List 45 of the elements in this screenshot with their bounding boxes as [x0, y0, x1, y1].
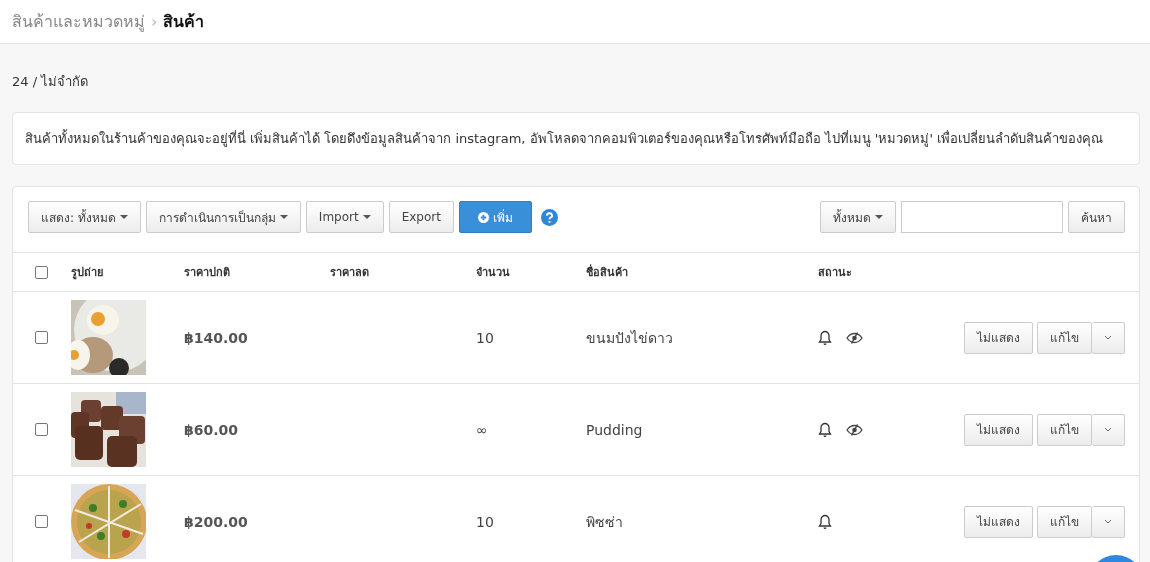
- bell-icon[interactable]: [818, 421, 832, 438]
- column-header: ราคาลด: [330, 266, 369, 279]
- quantity: 10: [476, 329, 494, 346]
- chevron-down-icon: [1104, 427, 1112, 432]
- regular-price: ฿60.00: [184, 421, 239, 438]
- product-name: Pudding: [586, 421, 643, 438]
- export-button[interactable]: Export: [388, 201, 454, 233]
- row-checkbox[interactable]: [35, 331, 48, 344]
- column-header: จำนวน: [476, 266, 510, 279]
- breadcrumb-separator: ›: [151, 12, 158, 31]
- select-all-checkbox[interactable]: [35, 265, 48, 279]
- plus-circle-icon: [477, 211, 489, 223]
- product-name: ขนมปังไข่ดาว: [586, 329, 673, 346]
- column-header: รูปถ่าย: [71, 266, 103, 279]
- edit-button[interactable]: แก้ไข: [1037, 321, 1092, 354]
- dropdown-button[interactable]: Import: [305, 201, 384, 233]
- regular-price: ฿200.00: [184, 513, 248, 530]
- column-header: สถานะ: [818, 266, 852, 279]
- product-quota: 24 / ไม่จำกัด: [12, 73, 90, 91]
- regular-price: ฿140.00: [184, 329, 248, 346]
- bell-icon[interactable]: [818, 329, 832, 346]
- breadcrumb-link[interactable]: สินค้าและหมวดหมู่: [12, 9, 145, 34]
- quantity: ∞: [476, 421, 488, 438]
- hide-button[interactable]: ไม่แสดง: [964, 413, 1033, 446]
- row-checkbox[interactable]: [35, 423, 48, 436]
- dropdown-button[interactable]: แสดง: ทั้งหมด: [28, 201, 141, 233]
- info-message: สินค้าทั้งหมดในร้านค้าของคุณจะอยู่ที่นี่ เพิ่มสินค้าได้ โดยดึงข้อมูลสินค้าจาก instagram, อัพโหลดจากคอมพิวเตอร์ของคุณหรือโทรศัพท์มือถือ ไปที่เมนู 'หมวดหมู่' เพื่อเปลี่ยนลำดับสินค้าของคุณ: [12, 112, 1140, 165]
- column-header: ชื่อสินค้า: [586, 266, 628, 279]
- row-checkbox[interactable]: [35, 515, 48, 528]
- quantity: 10: [476, 513, 494, 530]
- product-name: พิซซ่า: [586, 513, 623, 530]
- hide-button[interactable]: ไม่แสดง: [964, 321, 1033, 354]
- search-button[interactable]: ค้นหา: [1068, 201, 1125, 233]
- filter-dropdown[interactable]: ทั้งหมด: [820, 201, 896, 233]
- chevron-down-icon: [1104, 519, 1112, 524]
- edit-button[interactable]: แก้ไข: [1037, 505, 1092, 538]
- page-title: สินค้า: [163, 11, 205, 33]
- dropdown-button[interactable]: การดำเนินการเป็นกลุ่ม: [145, 201, 301, 233]
- search-field[interactable]: [901, 201, 1063, 233]
- chevron-down-icon: [1104, 335, 1112, 340]
- bell-icon[interactable]: [818, 513, 832, 530]
- column-header: ราคาปกติ: [184, 266, 230, 279]
- hide-button[interactable]: ไม่แสดง: [964, 505, 1033, 538]
- help-icon[interactable]: [540, 208, 558, 226]
- edit-button[interactable]: แก้ไข: [1037, 413, 1092, 446]
